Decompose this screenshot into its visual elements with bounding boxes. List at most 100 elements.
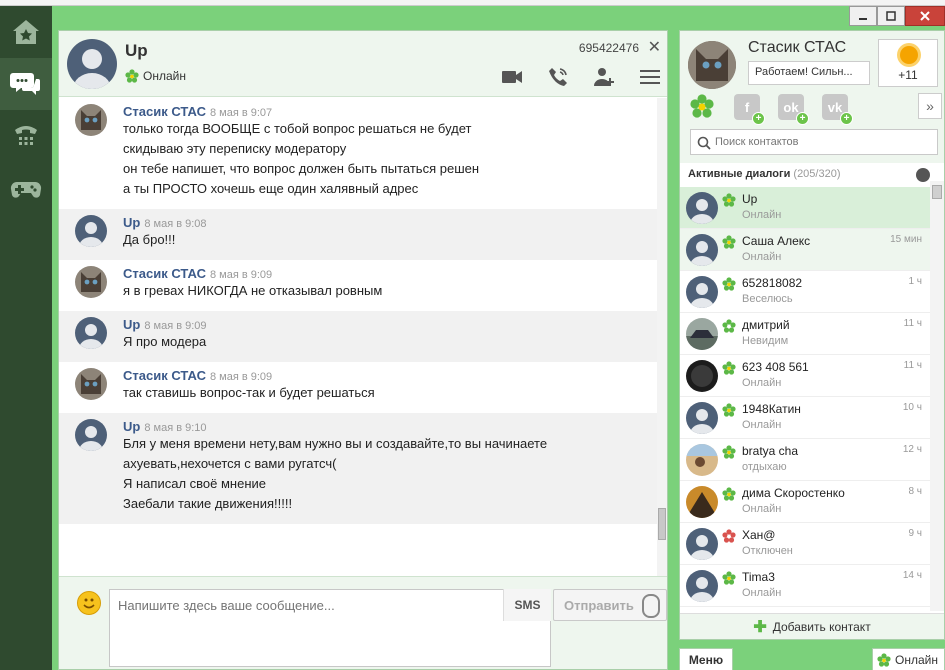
- list-item[interactable]: bratya cha отдыхаю 12 ч: [680, 439, 930, 481]
- message-author[interactable]: Стасик СТАС: [123, 104, 206, 119]
- add-contact-label: Добавить контакт: [772, 619, 871, 634]
- nav-games[interactable]: [0, 162, 52, 214]
- contact-status: Онлайн: [742, 503, 782, 515]
- voice-call-icon[interactable]: [545, 65, 571, 89]
- message: Стасик СТАС 8 мая в 9:07 только тогда ВОО…: [59, 98, 657, 209]
- weather-temp: +11: [898, 68, 918, 82]
- list-item[interactable]: Tima3 Онлайн 14 ч: [680, 565, 930, 607]
- scrollbar-thumb[interactable]: [658, 508, 666, 540]
- message-line: Я написал своё мнение: [123, 476, 266, 491]
- video-call-icon[interactable]: [499, 65, 525, 89]
- attach-icon[interactable]: [642, 594, 660, 618]
- contact-name: bratya cha: [742, 444, 799, 458]
- message-author[interactable]: Up: [123, 317, 140, 332]
- message-author[interactable]: Up: [123, 419, 140, 434]
- message-time: 8 мая в 9:10: [144, 422, 207, 434]
- left-sidebar: [0, 6, 52, 670]
- main-menu-button[interactable]: Меню: [679, 648, 733, 670]
- online-mobile-flower-icon: [722, 235, 736, 249]
- my-name[interactable]: Стасик СТАС: [748, 39, 846, 57]
- list-item[interactable]: дима Скоростенко Онлайн 8 ч: [680, 481, 930, 523]
- online-flower-icon: [722, 277, 736, 291]
- smiley-icon[interactable]: [77, 591, 101, 615]
- weather-widget[interactable]: +11: [878, 39, 938, 87]
- default-avatar: [75, 419, 107, 451]
- contact-status-text: Онлайн: [143, 69, 186, 83]
- add-contact-button[interactable]: ✚ Добавить контакт: [680, 613, 944, 639]
- status-message[interactable]: Работаем! Сильн...: [748, 61, 870, 85]
- profile-area: Стасик СТАС Работаем! Сильн... +11 f + ok…: [680, 31, 944, 163]
- default-avatar: [686, 192, 718, 224]
- status-label: Онлайн: [895, 652, 938, 667]
- scrollbar-thumb[interactable]: [932, 185, 942, 199]
- contact-name: 623 408 561: [742, 360, 809, 374]
- list-item[interactable]: 652818082 Веселюсь 1 ч: [680, 271, 930, 313]
- cat-avatar: [75, 104, 107, 136]
- nav-chats[interactable]: [0, 58, 52, 110]
- contact-status: Веселюсь: [742, 293, 793, 305]
- close-chat-icon[interactable]: ✕: [648, 37, 661, 57]
- window-close-button[interactable]: [905, 6, 945, 26]
- search-input[interactable]: [715, 134, 931, 150]
- message-author[interactable]: Стасик СТАС: [123, 266, 206, 281]
- list-item[interactable]: дмитрий Невидим 11 ч: [680, 313, 930, 355]
- top-strip: [0, 0, 945, 6]
- message: Up 8 мая в 9:10 Бля у меня времени нету,в…: [59, 413, 657, 524]
- list-item[interactable]: Up Онлайн: [680, 187, 930, 229]
- chat-header: Up Онлайн 695422476 ✕: [59, 31, 667, 97]
- message-scrollbar[interactable]: [657, 98, 667, 576]
- contact-time: 8 ч: [908, 486, 922, 497]
- more-networks-icon[interactable]: »: [918, 93, 942, 119]
- avatar[interactable]: [67, 39, 117, 89]
- contact-scrollbar[interactable]: [930, 181, 944, 611]
- icq-flower-icon[interactable]: [688, 93, 716, 121]
- contact-status: отдыхаю: [742, 461, 787, 473]
- message-author[interactable]: Стасик СТАС: [123, 368, 206, 383]
- maximize-button[interactable]: [877, 6, 905, 26]
- online-flower-icon: [722, 361, 736, 375]
- chevron-down-icon[interactable]: [916, 168, 930, 182]
- contact-name: Tima3: [742, 570, 775, 584]
- message: Стасик СТАС 8 мая в 9:09 так ставишь вопр…: [59, 362, 657, 413]
- online-flower-icon: [125, 69, 139, 83]
- dialogs-count: (205/320): [793, 168, 841, 180]
- send-button-label: Отправить: [564, 597, 634, 613]
- contact-time: 14 ч: [902, 570, 922, 581]
- message-line: так ставишь вопрос-так и будет решаться: [123, 385, 375, 400]
- minimize-button[interactable]: [849, 6, 877, 26]
- add-user-icon[interactable]: [591, 65, 617, 89]
- facebook-add-icon[interactable]: f +: [734, 94, 765, 125]
- message-time: 8 мая в 9:07: [209, 107, 273, 119]
- vk-add-icon[interactable]: vk +: [822, 94, 853, 125]
- menu-icon[interactable]: [637, 65, 663, 89]
- message: Up 8 мая в 9:08 Да бро!!!: [59, 209, 657, 260]
- contact-time: 11 ч: [903, 318, 922, 329]
- status-selector[interactable]: Онлайн: [872, 648, 945, 670]
- nav-calls[interactable]: [0, 110, 52, 162]
- sms-button[interactable]: SMS: [503, 589, 551, 621]
- default-avatar: [686, 234, 718, 266]
- message-time: 8 мая в 9:09: [144, 320, 207, 332]
- invisible-flower-icon: [722, 319, 736, 333]
- chat-bubbles-icon: [10, 73, 40, 95]
- list-item[interactable]: 1948Катин Онлайн 10 ч: [680, 397, 930, 439]
- message-time: 8 мая в 9:09: [209, 371, 273, 383]
- dialogs-header[interactable]: Активные диалоги (205/320): [680, 165, 934, 185]
- contact-time: 10 ч: [902, 402, 922, 413]
- nav-home[interactable]: [0, 6, 52, 58]
- my-avatar[interactable]: [688, 41, 736, 89]
- sun-icon: [900, 46, 918, 64]
- social-networks: f + ok + vk +: [688, 93, 853, 125]
- message-input[interactable]: [109, 589, 551, 667]
- contact-status: Отключен: [742, 545, 793, 557]
- list-item[interactable]: Хан@ Отключен 9 ч: [680, 523, 930, 565]
- message-line: только тогда ВООБЩЕ с тобой вопрос решат…: [123, 121, 472, 136]
- list-item[interactable]: 623 408 561 Онлайн 11 ч: [680, 355, 930, 397]
- message-line: Бля у меня времени нету,вам нужно вы и с…: [123, 436, 548, 451]
- send-button[interactable]: Отправить: [553, 589, 667, 621]
- odnoklassniki-add-icon[interactable]: ok +: [778, 94, 809, 125]
- message-author[interactable]: Up: [123, 215, 140, 230]
- contact-search[interactable]: [690, 129, 938, 155]
- default-avatar: [686, 528, 718, 560]
- list-item[interactable]: Саша Алекс Онлайн 15 мин: [680, 229, 930, 271]
